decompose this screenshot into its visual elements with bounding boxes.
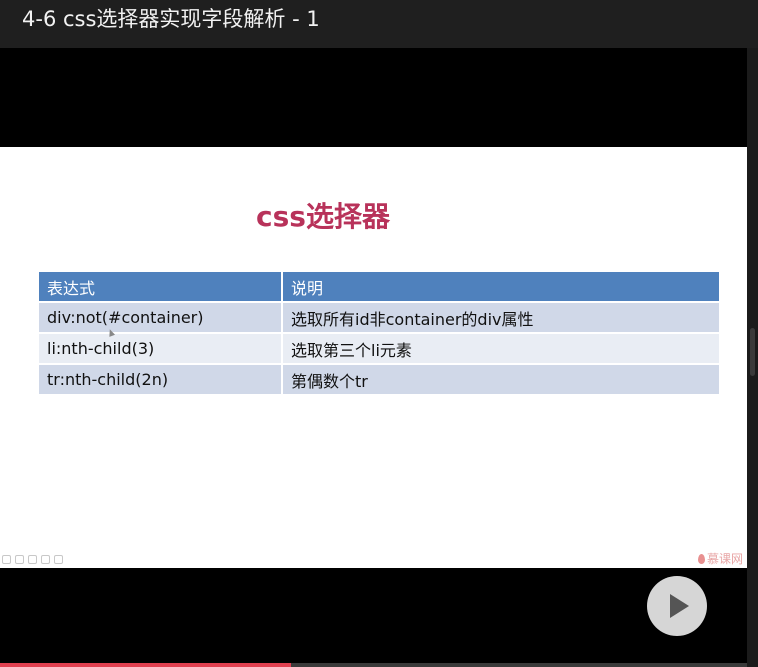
- video-title: 4-6 css选择器实现字段解析 - 1: [22, 7, 320, 31]
- video-player-window: 4-6 css选择器实现字段解析 - 1 css选择器 表达式 说明 div:n…: [0, 0, 758, 667]
- table-row: tr:nth-child(2n) 第偶数个tr: [39, 363, 719, 394]
- table-header-row: 表达式 说明: [39, 272, 719, 302]
- table-cell-description: 选取所有id非container的div属性: [282, 301, 719, 333]
- slide-title: css选择器: [256, 200, 390, 233]
- table-row: li:nth-child(3) 选取第三个li元素: [39, 332, 719, 364]
- pen-icon[interactable]: [2, 555, 11, 564]
- scrollbar-handle[interactable]: [750, 328, 755, 376]
- header-description: 说明: [282, 272, 719, 302]
- header-expression: 表达式: [39, 272, 283, 302]
- watermark-text: 慕课网: [706, 552, 743, 566]
- play-button[interactable]: [647, 576, 707, 636]
- flame-icon: [697, 554, 705, 564]
- highlighter-icon[interactable]: [15, 555, 24, 564]
- scrollbar[interactable]: [747, 48, 758, 667]
- pointer-icon[interactable]: [54, 555, 63, 564]
- play-icon: [670, 594, 689, 618]
- table-cell-expression: li:nth-child(3): [39, 332, 283, 364]
- progress-bar[interactable]: [0, 663, 747, 667]
- watermark-logo: 慕课网: [697, 550, 743, 567]
- annotation-toolbar: [2, 555, 63, 564]
- eraser-icon[interactable]: [28, 555, 37, 564]
- table-cell-expression: tr:nth-child(2n): [39, 363, 283, 394]
- progress-fill: [0, 663, 292, 667]
- table-cell-description: 第偶数个tr: [282, 363, 719, 394]
- video-title-bar: 4-6 css选择器实现字段解析 - 1: [0, 0, 758, 48]
- table-row: div:not(#container) 选取所有id非container的div…: [39, 301, 719, 333]
- presentation-slide: css选择器 表达式 说明 div:not(#container) 选取所有id…: [0, 147, 747, 568]
- brush-icon[interactable]: [41, 555, 50, 564]
- table-cell-description: 选取第三个li元素: [282, 332, 719, 364]
- table-cell-expression: div:not(#container): [39, 301, 283, 333]
- selector-table: 表达式 说明 div:not(#container) 选取所有id非contai…: [39, 272, 719, 394]
